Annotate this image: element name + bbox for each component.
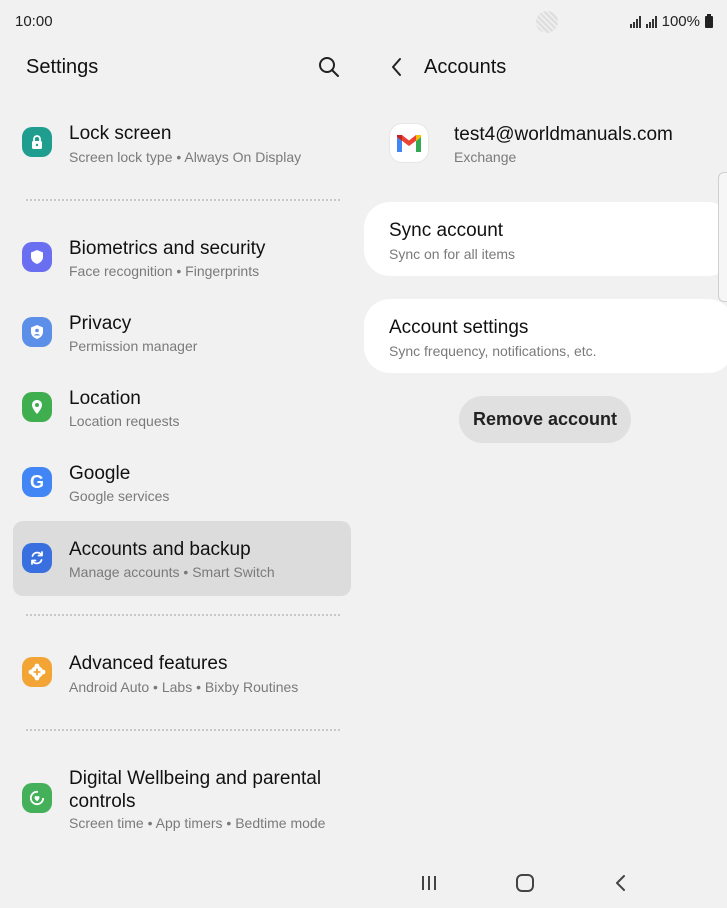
- item-subtitle: Face recognition • Fingerprints: [69, 263, 260, 279]
- wellbeing-icon: [22, 783, 52, 813]
- account-email: test4@worldmanuals.com: [454, 124, 673, 145]
- page-title: Settings: [26, 56, 99, 78]
- divider: [26, 729, 340, 731]
- home-icon: [516, 874, 534, 892]
- item-title: Location: [69, 388, 141, 409]
- recent-apps-icon: [422, 876, 436, 890]
- settings-item-accounts-backup[interactable]: Accounts and backup Manage accounts • Sm…: [13, 521, 351, 596]
- item-subtitle: Location requests: [69, 413, 180, 429]
- account-settings-title: Account settings: [389, 317, 529, 338]
- gear-plus-icon: [22, 657, 52, 687]
- pane-resize-handle[interactable]: [718, 172, 727, 302]
- status-icons: 100%: [629, 13, 713, 30]
- item-subtitle: Google services: [69, 488, 170, 504]
- account-type: Exchange: [454, 149, 517, 165]
- settings-item-lock-screen[interactable]: Lock screen Screen lock type • Always On…: [13, 116, 351, 176]
- sync-account-card[interactable]: Sync account Sync on for all items: [364, 202, 727, 276]
- item-title: Privacy: [69, 313, 132, 334]
- sync-account-title: Sync account: [389, 220, 504, 241]
- google-icon: G: [22, 467, 52, 497]
- item-subtitle: Manage accounts • Smart Switch: [69, 564, 275, 580]
- settings-item-privacy[interactable]: Privacy Permission manager: [13, 307, 351, 367]
- settings-item-biometrics[interactable]: Biometrics and security Face recognition…: [13, 232, 351, 292]
- sync-icon: [22, 543, 52, 573]
- item-title: Digital Wellbeing and parental controls: [69, 768, 322, 812]
- gmail-icon: [390, 124, 428, 162]
- settings-item-google[interactable]: G Google Google services: [13, 457, 351, 517]
- chevron-left-icon: [392, 58, 401, 76]
- battery-icon: [705, 13, 713, 28]
- item-subtitle: Android Auto • Labs • Bixby Routines: [69, 679, 299, 695]
- item-subtitle: Permission manager: [69, 338, 198, 354]
- front-camera: [536, 11, 558, 33]
- search-icon: [319, 57, 339, 77]
- item-subtitle: Screen time • App timers • Bedtime mode: [69, 815, 326, 831]
- divider: [26, 199, 340, 201]
- remove-account-button[interactable]: Remove account: [459, 396, 631, 443]
- shield-icon: [22, 242, 52, 272]
- settings-item-advanced-features[interactable]: Advanced features Android Auto • Labs • …: [13, 646, 351, 706]
- back-icon: [616, 875, 625, 891]
- accounts-title: Accounts: [424, 56, 507, 78]
- home-button[interactable]: [510, 870, 540, 896]
- lock-icon: [22, 127, 52, 157]
- settings-item-location[interactable]: Location Location requests: [13, 382, 351, 442]
- account-settings-card[interactable]: Account settings Sync frequency, notific…: [364, 299, 727, 373]
- search-button[interactable]: [316, 54, 342, 80]
- item-title: Biometrics and security: [69, 238, 266, 259]
- item-title: Lock screen: [69, 123, 172, 144]
- item-subtitle: Screen lock type • Always On Display: [69, 149, 302, 165]
- item-title: Advanced features: [69, 653, 228, 674]
- nav-back-button[interactable]: [606, 870, 636, 896]
- recent-apps-button[interactable]: [414, 870, 444, 896]
- status-time: 10:00: [15, 13, 53, 30]
- privacy-icon: [22, 317, 52, 347]
- back-button[interactable]: [385, 55, 409, 79]
- location-pin-icon: [22, 392, 52, 422]
- status-bar: 10:00 100%: [0, 0, 727, 44]
- divider: [26, 614, 340, 616]
- sync-account-subtitle: Sync on for all items: [389, 246, 516, 262]
- settings-item-digital-wellbeing[interactable]: Digital Wellbeing and parental controls …: [13, 761, 351, 841]
- item-title: Google: [69, 463, 131, 484]
- item-title: Accounts and backup: [69, 539, 251, 560]
- signal-icon: [629, 15, 641, 28]
- account-settings-subtitle: Sync frequency, notifications, etc.: [389, 343, 597, 359]
- battery-percent: 100%: [661, 13, 700, 30]
- signal-icon: [645, 15, 657, 28]
